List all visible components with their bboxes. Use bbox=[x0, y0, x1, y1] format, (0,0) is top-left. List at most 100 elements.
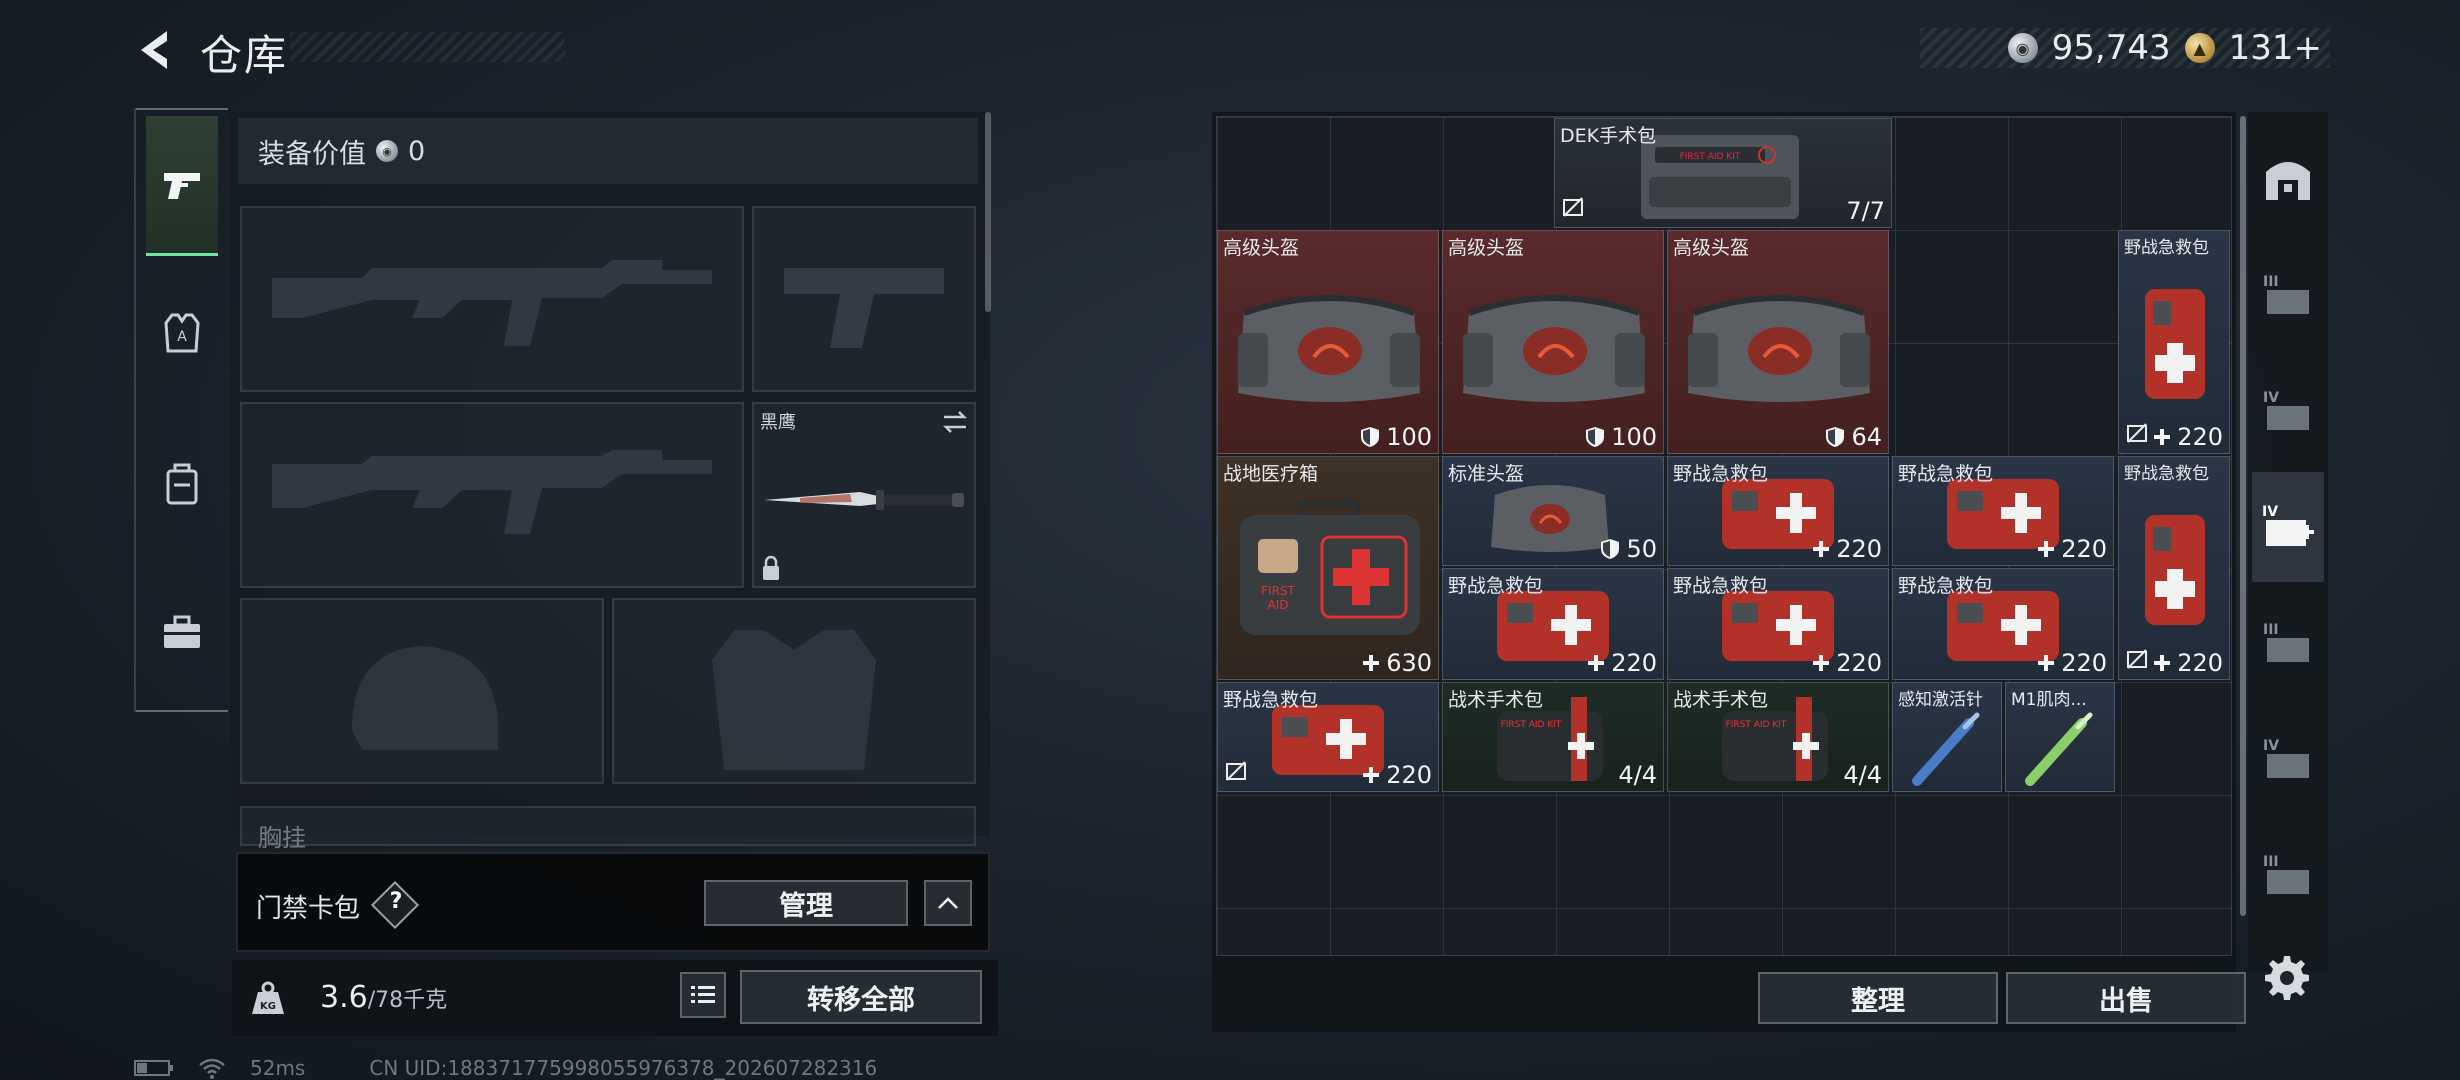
pistol-icon bbox=[164, 172, 200, 199]
helmet-slot[interactable] bbox=[240, 598, 604, 784]
item-name: 战术手术包 bbox=[1673, 689, 1769, 711]
inventory-item[interactable]: 高级头盔 100 bbox=[1442, 230, 1664, 454]
item-name: 野战急救包 bbox=[1223, 689, 1319, 711]
no-transfer-icon bbox=[1224, 759, 1248, 787]
inventory-item[interactable]: 高级头盔 64 bbox=[1667, 230, 1889, 454]
secondary-weapon-slot[interactable] bbox=[240, 402, 744, 588]
tab-storage-3c[interactable]: III bbox=[2252, 820, 2324, 930]
item-durability: 50 bbox=[1600, 535, 1657, 563]
svg-text:III: III bbox=[2263, 854, 2279, 870]
item-name: DEK手术包 bbox=[1560, 125, 1657, 147]
item-heal-value: 220 bbox=[1587, 649, 1657, 677]
item-name: 标准头盔 bbox=[1448, 463, 1525, 485]
inventory-item[interactable]: M1肌肉... bbox=[2005, 682, 2115, 792]
plus-icon bbox=[1363, 767, 1380, 783]
first-aid-pouch-icon bbox=[2145, 289, 2205, 399]
plus-icon bbox=[2154, 429, 2171, 445]
inventory-item[interactable]: 野战急救包 220 bbox=[1667, 456, 1889, 566]
melee-slot[interactable]: 黑鹰 bbox=[752, 402, 976, 588]
item-name: 高级头盔 bbox=[1448, 237, 1525, 259]
item-uses: 4/4 bbox=[1843, 761, 1882, 789]
sell-button[interactable]: 出售 bbox=[2006, 972, 2246, 1024]
plus-icon bbox=[2038, 655, 2055, 671]
sort-button[interactable]: 整理 bbox=[1758, 972, 1998, 1024]
equip-value: 0 bbox=[408, 135, 426, 167]
surgical-kit-icon: FIRST AID KIT bbox=[1641, 135, 1799, 219]
gold-balance[interactable]: 131+ bbox=[2229, 28, 2322, 68]
body-armor-slot[interactable] bbox=[612, 598, 976, 784]
svg-text:IV: IV bbox=[2263, 390, 2279, 406]
primary-weapon-slot[interactable] bbox=[240, 206, 744, 392]
tab-warehouse-main[interactable] bbox=[2252, 124, 2324, 234]
inventory-item[interactable]: 野战急救包 220 bbox=[2118, 456, 2230, 680]
inventory-item[interactable]: 野战急救包 220 bbox=[1442, 568, 1664, 680]
tab-storage-4a[interactable]: IV bbox=[2252, 356, 2324, 466]
svg-text:FIRST AID KIT: FIRST AID KIT bbox=[1680, 152, 1741, 162]
inventory-item[interactable]: 战地医疗箱 FIRST AID 630 bbox=[1217, 456, 1439, 680]
shield-icon bbox=[1601, 539, 1620, 559]
item-name: 战地医疗箱 bbox=[1223, 463, 1319, 485]
chest-rig-slot[interactable] bbox=[240, 806, 976, 846]
no-transfer-icon bbox=[1561, 195, 1585, 223]
inventory-item[interactable]: 战术手术包 FIRST AID KIT 4/4 bbox=[1667, 682, 1889, 792]
currency-display: ◉ 95,743 ▲ 131+ bbox=[1920, 28, 2330, 68]
inventory-item[interactable]: 野战急救包 220 bbox=[1892, 456, 2114, 566]
warehouse-icon bbox=[2266, 162, 2310, 200]
inventory-item[interactable]: 感知激活针 bbox=[1892, 682, 2002, 792]
shield-icon bbox=[1826, 427, 1845, 447]
item-heal-value: 220 bbox=[1812, 649, 1882, 677]
inventory-item[interactable]: 高级头盔 100 bbox=[1217, 230, 1439, 454]
weight-max: /78千克 bbox=[367, 988, 448, 1013]
no-transfer-icon bbox=[2125, 647, 2149, 675]
inventory-item[interactable]: 野战急救包 220 bbox=[1892, 568, 2114, 680]
nav-weapons[interactable] bbox=[146, 116, 218, 256]
settings-button[interactable] bbox=[2264, 954, 2310, 1000]
title-decoration bbox=[290, 32, 565, 62]
item-durability: 100 bbox=[1585, 423, 1657, 451]
list-view-button[interactable] bbox=[680, 972, 726, 1018]
nav-armor[interactable]: A bbox=[146, 268, 218, 398]
swap-icon[interactable] bbox=[940, 410, 970, 434]
tab-storage-4-medical[interactable]: IV bbox=[2252, 472, 2324, 582]
weight-current: 3.6 bbox=[320, 980, 368, 1015]
loadout-scrollbar[interactable] bbox=[985, 112, 991, 312]
weight-readout: 3.6/78千克 bbox=[320, 980, 447, 1015]
inventory-item[interactable]: 野战急救包 220 bbox=[1667, 568, 1889, 680]
no-transfer-icon bbox=[2125, 421, 2149, 449]
svg-text:A: A bbox=[177, 329, 187, 345]
loadout-category-nav: A bbox=[134, 108, 228, 712]
inventory-item[interactable]: 野战急救包 220 bbox=[1217, 682, 1439, 792]
item-name: 野战急救包 bbox=[1673, 463, 1769, 485]
inventory-item[interactable]: 标准头盔 50 bbox=[1442, 456, 1664, 566]
inventory-scrollbar[interactable] bbox=[2240, 116, 2246, 916]
gold-add-button[interactable]: + bbox=[2294, 28, 2323, 68]
shield-icon bbox=[1361, 427, 1380, 447]
tab-storage-3b[interactable]: III bbox=[2252, 588, 2324, 698]
item-durability: 100 bbox=[1360, 423, 1432, 451]
inventory-item[interactable]: 野战急救包 220 bbox=[2118, 230, 2230, 454]
lock-icon bbox=[763, 555, 779, 580]
item-heal-value: 220 bbox=[2153, 649, 2223, 677]
item-name: 战术手术包 bbox=[1448, 689, 1544, 711]
transfer-all-button[interactable]: 转移全部 bbox=[740, 970, 982, 1024]
inventory-item[interactable]: DEK手术包 FIRST AID KIT 7/7 bbox=[1554, 118, 1892, 228]
tab-storage-4b[interactable]: IV bbox=[2252, 704, 2324, 814]
melee-name: 黑鹰 bbox=[760, 412, 796, 433]
back-button[interactable] bbox=[130, 24, 178, 76]
item-name: 野战急救包 bbox=[2124, 238, 2209, 258]
nav-case[interactable] bbox=[146, 568, 218, 698]
inventory-item[interactable]: 战术手术包 FIRST AID KIT 4/4 bbox=[1442, 682, 1664, 792]
item-heal-value: 220 bbox=[2153, 423, 2223, 451]
item-heal-value: 630 bbox=[1362, 649, 1432, 677]
sidearm-slot[interactable] bbox=[752, 206, 976, 392]
shield-icon bbox=[1586, 427, 1605, 447]
tab-storage-3[interactable]: III bbox=[2252, 240, 2324, 350]
storage-tier-icon: IV bbox=[2263, 390, 2309, 430]
chevron-up-icon bbox=[938, 897, 958, 909]
plus-icon bbox=[2038, 541, 2055, 557]
storage-tier-icon: III bbox=[2263, 274, 2309, 314]
nav-backpack[interactable] bbox=[146, 418, 218, 548]
helmet-silhouette-icon bbox=[352, 646, 498, 750]
manage-button[interactable]: 管理 bbox=[704, 880, 908, 926]
collapse-button[interactable] bbox=[924, 880, 972, 926]
